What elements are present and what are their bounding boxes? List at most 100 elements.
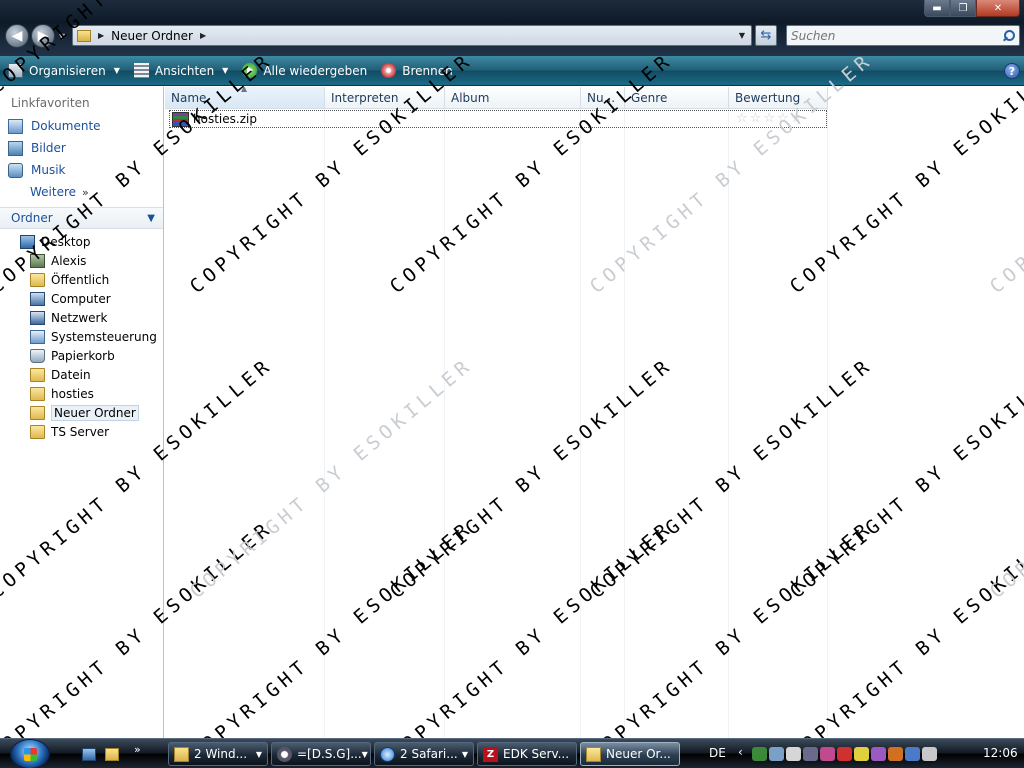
maximize-button[interactable]: ❐	[950, 0, 976, 17]
folder-icon	[77, 29, 91, 42]
breadcrumb-arrow-icon[interactable]: ▶	[200, 31, 206, 40]
taskbar-button-label: =[D.S.G]...	[297, 747, 362, 761]
more-favorites-link[interactable]: Weitere »	[0, 181, 163, 203]
tray-app-icon[interactable]	[905, 747, 920, 761]
address-bar[interactable]: ▶ Neuer Ordner ▶ ▼	[72, 25, 752, 46]
tree-item-desktop[interactable]: Desktop	[0, 232, 163, 251]
breadcrumb-current[interactable]: Neuer Ordner	[111, 29, 193, 43]
recent-pages-dropdown[interactable]: ▼	[59, 32, 65, 41]
column-header-artists[interactable]: Interpreten	[325, 87, 445, 109]
column-header-rating[interactable]: Bewertung	[729, 87, 828, 109]
taskbar-button-steam[interactable]: =[D.S.G]... ▼	[271, 742, 371, 766]
star-icon[interactable]: ☆	[763, 112, 775, 126]
tree-item-label: Datein	[51, 367, 91, 382]
folder-icon	[30, 424, 45, 439]
chevron-down-icon: ▼	[147, 212, 155, 224]
tray-app-icon[interactable]	[837, 747, 852, 761]
tree-item-label: TS Server	[51, 424, 110, 439]
column-divider	[728, 109, 729, 738]
tree-item-ts-server[interactable]: TS Server	[0, 422, 163, 441]
rating-stars[interactable]: ☆ ☆ ☆ ☆ ☆	[736, 112, 804, 126]
column-header-genre[interactable]: Genre	[625, 87, 729, 109]
star-icon[interactable]: ☆	[791, 112, 803, 126]
tray-app-icon[interactable]	[786, 747, 801, 761]
tree-item-computer[interactable]: Computer	[0, 289, 163, 308]
refresh-button[interactable]: ⇆	[755, 25, 777, 46]
star-icon[interactable]: ☆	[750, 112, 762, 126]
column-label: Album	[451, 91, 490, 105]
file-name: hosties.zip	[193, 112, 257, 126]
star-icon[interactable]: ☆	[736, 112, 748, 126]
star-icon[interactable]: ☆	[777, 112, 789, 126]
filezilla-icon: Z	[483, 746, 498, 762]
search-box[interactable]	[786, 25, 1020, 46]
recycle-bin-icon	[30, 348, 45, 363]
tray-app-icon[interactable]	[854, 747, 869, 761]
tree-item-label: Papierkorb	[51, 348, 115, 363]
folder-icon	[30, 272, 45, 287]
organize-icon	[8, 63, 23, 78]
tray-app-icon[interactable]	[871, 747, 886, 761]
tray-app-icon[interactable]	[820, 747, 835, 761]
breadcrumb-arrow-icon[interactable]: ▶	[98, 31, 104, 40]
double-chevron-icon: »	[82, 185, 89, 199]
burn-button[interactable]: Brennen	[381, 63, 453, 78]
tree-item-alexis[interactable]: Alexis	[0, 251, 163, 270]
quicklaunch-more-icon[interactable]: »	[134, 743, 141, 756]
clock[interactable]: 12:06	[983, 746, 1018, 760]
desktop-icon	[20, 234, 35, 249]
back-button[interactable]: ◀	[5, 24, 29, 48]
column-header-number[interactable]: Nu...	[581, 87, 625, 109]
folders-header[interactable]: Ordner ▼	[0, 207, 163, 229]
taskbar-button-neuer-ordner[interactable]: Neuer Or...	[580, 742, 680, 766]
tree-item-neuer-ordner[interactable]: Neuer Ordner	[0, 403, 163, 422]
taskbar-button-edk-server[interactable]: Z EDK Serv...	[477, 742, 577, 766]
caption-buttons: ▬ ❐ ✕	[924, 0, 1020, 17]
language-indicator[interactable]: DE	[709, 746, 726, 760]
column-header-album[interactable]: Album	[445, 87, 581, 109]
taskbar-button-windows[interactable]: 2 Wind... ▼	[168, 742, 268, 766]
quicklaunch-media-icon[interactable]	[105, 748, 119, 761]
tray-app-icon[interactable]	[803, 747, 818, 761]
address-dropdown-icon[interactable]: ▼	[739, 31, 745, 40]
taskbar-button-safari[interactable]: 2 Safari... ▼	[374, 742, 474, 766]
safari-icon	[380, 746, 395, 762]
tree-item-recycle-bin[interactable]: Papierkorb	[0, 346, 163, 365]
organize-button[interactable]: Organisieren ▼	[8, 63, 120, 78]
tree-item-network[interactable]: Netzwerk	[0, 308, 163, 327]
tray-app-icon[interactable]	[922, 747, 937, 761]
views-button[interactable]: Ansichten ▼	[133, 63, 228, 78]
file-row[interactable]: hosties.zip ☆ ☆ ☆ ☆ ☆	[169, 110, 827, 128]
play-all-button[interactable]: Alle wiedergeben	[242, 63, 367, 78]
tree-item-hosties[interactable]: hosties	[0, 384, 163, 403]
favorite-documents[interactable]: Dokumente	[0, 115, 163, 137]
search-icon[interactable]	[1002, 29, 1015, 42]
chevron-down-icon: ▼	[255, 749, 262, 759]
show-desktop-icon[interactable]	[82, 748, 96, 761]
search-input[interactable]	[787, 28, 992, 43]
help-button[interactable]: ?	[1004, 62, 1020, 79]
tree-item-label: Neuer Ordner	[51, 404, 139, 421]
tray-app-icon[interactable]	[769, 747, 784, 761]
tray-app-icon[interactable]	[752, 747, 767, 761]
chevron-down-icon: ▼	[461, 749, 468, 759]
close-button[interactable]: ✕	[976, 0, 1020, 17]
tray-expand-icon[interactable]: ‹	[738, 745, 743, 759]
tree-item-label: hosties	[51, 386, 94, 401]
command-bar: Organisieren ▼ Ansichten ▼ Alle wiederge…	[0, 56, 1024, 86]
zip-archive-icon	[172, 111, 189, 127]
taskbar-button-label: 2 Safari...	[400, 747, 458, 761]
tree-item-public[interactable]: Öffentlich	[0, 270, 163, 289]
minimize-button[interactable]: ▬	[924, 0, 950, 17]
folder-icon	[30, 386, 45, 401]
column-header-name[interactable]: ▲ Name	[165, 87, 325, 109]
tree-item-label: Computer	[51, 291, 111, 306]
favorite-music[interactable]: Musik	[0, 159, 163, 181]
forward-button[interactable]: ▶	[31, 24, 55, 48]
column-label: Interpreten	[331, 91, 399, 105]
favorite-pictures[interactable]: Bilder	[0, 137, 163, 159]
tree-item-control-panel[interactable]: Systemsteuerung	[0, 327, 163, 346]
tray-app-icon[interactable]	[888, 747, 903, 761]
tree-item-datein[interactable]: Datein	[0, 365, 163, 384]
start-button[interactable]	[10, 739, 50, 768]
